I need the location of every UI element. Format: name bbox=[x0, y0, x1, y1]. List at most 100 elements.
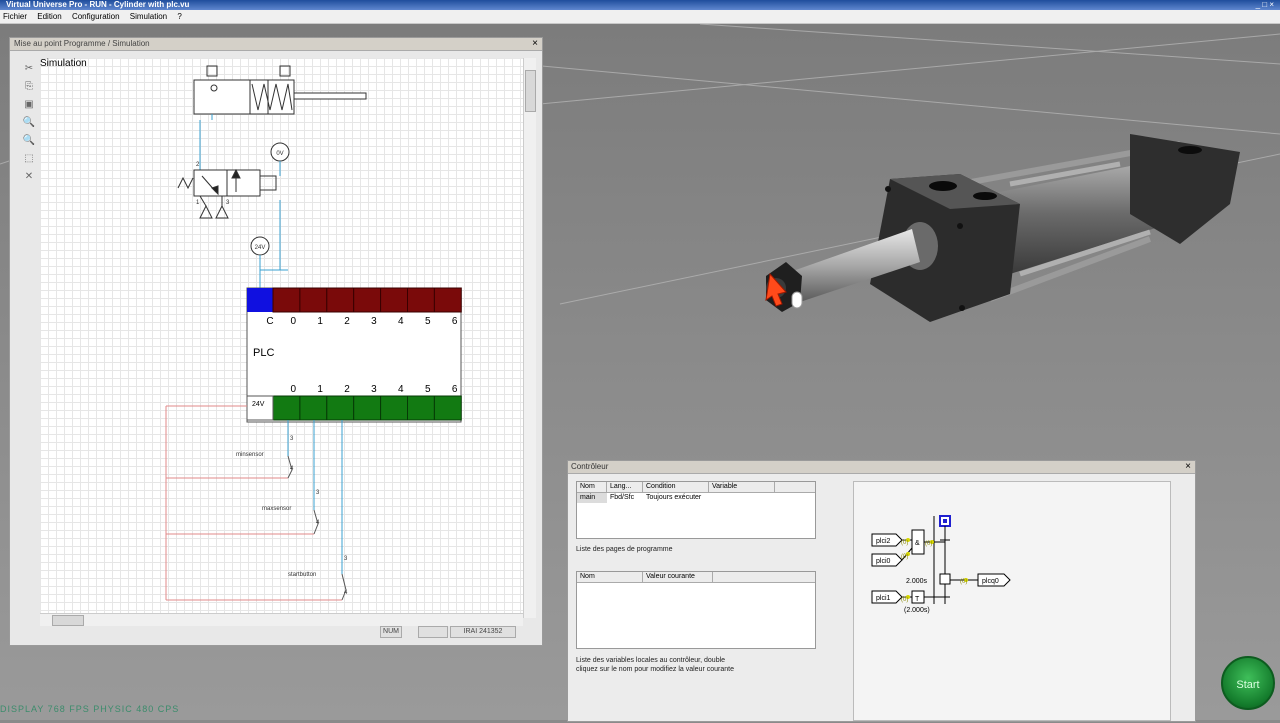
plc-label: PLC bbox=[253, 347, 274, 359]
menu-fichier[interactable]: Fichier bbox=[3, 12, 27, 21]
menu-edition[interactable]: Edition bbox=[37, 12, 61, 21]
plc-input-label-0: 0 bbox=[290, 316, 296, 327]
port-label-4c: 4 bbox=[344, 590, 348, 596]
pages-note: Liste des pages de programme bbox=[576, 546, 673, 553]
select-area-icon[interactable]: ⬚ bbox=[22, 152, 36, 166]
controller-window-caption[interactable]: Contrôleur bbox=[568, 461, 1195, 474]
menu-configuration[interactable]: Configuration bbox=[72, 12, 120, 21]
plc-input-6[interactable] bbox=[433, 287, 462, 313]
page-name-cell[interactable]: main bbox=[577, 493, 607, 503]
fbd-input-plci2: plci2 bbox=[876, 538, 891, 545]
start-button[interactable]: Start bbox=[1221, 656, 1275, 710]
24v-source-label: 24V bbox=[255, 245, 266, 251]
program-pages-table[interactable]: Nom Lang... Condition Variable main Fbd/… bbox=[576, 481, 816, 539]
plc-input-0[interactable] bbox=[272, 287, 301, 313]
port-label-2: 2 bbox=[196, 162, 200, 168]
timer-label: T bbox=[915, 596, 920, 603]
plc-input-label-3: 3 bbox=[371, 316, 377, 327]
fbd-grafcet-panel[interactable]: plci2 plci0 plci1 plcq0 & T 2.000s (2.00… bbox=[853, 481, 1171, 721]
vertical-scrollbar[interactable] bbox=[523, 58, 536, 618]
plc-input-label-5: 5 bbox=[425, 316, 431, 327]
status-bar: NUM IRAI 241352 bbox=[10, 626, 542, 640]
plc-output-5[interactable] bbox=[407, 395, 435, 421]
port-label-3c: 3 bbox=[316, 490, 320, 496]
plc-input-label-6: 6 bbox=[452, 316, 458, 327]
program-simulation-window: Mise au point Programme / Simulation × ✂… bbox=[9, 37, 543, 646]
pages-table-header: Nom Lang... Condition Variable bbox=[577, 482, 815, 493]
window-controls[interactable]: _ □ × bbox=[1256, 0, 1274, 9]
col-condition[interactable]: Condition bbox=[643, 482, 709, 492]
plc-supply-cell bbox=[246, 395, 274, 421]
program-window-close-button[interactable]: × bbox=[532, 38, 538, 50]
controller-window-close-button[interactable]: × bbox=[1185, 461, 1191, 473]
minsensor-label: minsensor bbox=[236, 452, 264, 458]
col-lang[interactable]: Lang... bbox=[607, 482, 643, 492]
port-label-3: 3 bbox=[226, 200, 230, 206]
plc-input-5[interactable] bbox=[407, 287, 435, 313]
and-label: & bbox=[915, 540, 920, 547]
port-label-1: 1 bbox=[196, 200, 200, 206]
zoom-out-icon[interactable]: 🔍 bbox=[22, 134, 36, 148]
col-valeur-courante[interactable]: Valeur courante bbox=[643, 572, 713, 582]
0v-source-label: 0V bbox=[276, 151, 283, 157]
fps-overlay: DISPLAY 768 FPS PHYSIC 480 CPS bbox=[0, 704, 180, 714]
plc-output-3[interactable] bbox=[353, 395, 382, 421]
plc-output-1[interactable] bbox=[299, 395, 328, 421]
horizontal-scrollbar[interactable] bbox=[40, 613, 523, 626]
plc-block[interactable] bbox=[246, 287, 462, 423]
port-label-4b: 4 bbox=[316, 520, 320, 526]
plc-input-4[interactable] bbox=[380, 287, 409, 313]
plc-output-2[interactable] bbox=[326, 395, 355, 421]
startbutton-contact[interactable] bbox=[341, 573, 347, 601]
license-indicator: IRAI 241352 bbox=[450, 626, 516, 638]
plc-input-label-1: 1 bbox=[317, 316, 323, 327]
paste-icon[interactable]: ▣ bbox=[22, 98, 36, 112]
plc-input-1[interactable] bbox=[299, 287, 328, 313]
plc-input-2[interactable] bbox=[326, 287, 355, 313]
plc-input-label-2: 2 bbox=[344, 316, 350, 327]
zoom-in-icon[interactable]: 🔍 bbox=[22, 116, 36, 130]
menu-bar: Fichier Edition Configuration Simulation… bbox=[0, 10, 1280, 24]
circuit-diagram: 2 1 3 0V 24V C 0123456 01234 5 6 PLC 24V… bbox=[165, 65, 462, 601]
plc-output-label-1: 1 bbox=[317, 384, 323, 395]
col-var-nom[interactable]: Nom bbox=[577, 572, 643, 582]
local-variables-table[interactable]: Nom Valeur courante bbox=[576, 571, 816, 649]
plc-input-3[interactable] bbox=[353, 287, 382, 313]
plc-output-0[interactable] bbox=[272, 395, 301, 421]
plc-output-label-6: 6 bbox=[452, 384, 458, 395]
fbd-output-plcq0: plcq0 bbox=[982, 578, 999, 585]
grafcet-step[interactable] bbox=[939, 573, 951, 585]
cylinder-symbol[interactable] bbox=[193, 65, 367, 120]
port-label-3b: 3 bbox=[290, 436, 294, 442]
menu-simulation[interactable]: Simulation bbox=[130, 12, 167, 21]
col-nom[interactable]: Nom bbox=[577, 482, 607, 492]
signal-value-2: (0) bbox=[901, 554, 908, 560]
num-lock-indicator: NUM bbox=[380, 626, 402, 638]
port-label-4: 4 bbox=[290, 466, 294, 472]
vars-note: Liste des variables locales au contrôleu… bbox=[576, 656, 734, 674]
output-wiring bbox=[287, 420, 343, 574]
plc-output-label-3: 3 bbox=[371, 384, 377, 395]
delete-icon[interactable]: ✕ bbox=[22, 170, 36, 184]
plc-output-4[interactable] bbox=[380, 395, 409, 421]
col-variable[interactable]: Variable bbox=[709, 482, 775, 492]
window-title: Virtual Universe Pro - RUN - Cylinder wi… bbox=[6, 0, 190, 9]
plc-output-6[interactable] bbox=[433, 395, 462, 421]
table-row[interactable]: main Fbd/Sfc Toujours exécuter bbox=[577, 493, 815, 503]
plc-input-common-label: C bbox=[266, 316, 273, 327]
program-window-caption[interactable]: Mise au point Programme / Simulation bbox=[10, 38, 542, 51]
copy-icon[interactable]: ⎘ bbox=[22, 80, 36, 94]
vars-note-line2: cliquez sur le nom pour modifiez la vale… bbox=[576, 666, 734, 673]
plc-output-label-5: 5 bbox=[425, 384, 431, 395]
timer-current-value: (2.000s) bbox=[904, 607, 930, 614]
maxsensor-label: maxsensor bbox=[262, 506, 291, 512]
signal-value-1: (0) bbox=[901, 540, 908, 546]
plc-input-label-4: 4 bbox=[398, 316, 404, 327]
page-variable-cell bbox=[709, 493, 775, 503]
vars-table-header: Nom Valeur courante bbox=[577, 572, 815, 583]
plc-output-label-2: 2 bbox=[344, 384, 350, 395]
simulation-canvas[interactable]: Simulation 2 1 3 0V 24V C 0 1 2 3 4 5 6 … bbox=[40, 58, 523, 618]
plc-input-c[interactable] bbox=[247, 288, 273, 312]
cut-icon[interactable]: ✂ bbox=[22, 62, 36, 76]
menu-help[interactable]: ? bbox=[177, 12, 181, 21]
